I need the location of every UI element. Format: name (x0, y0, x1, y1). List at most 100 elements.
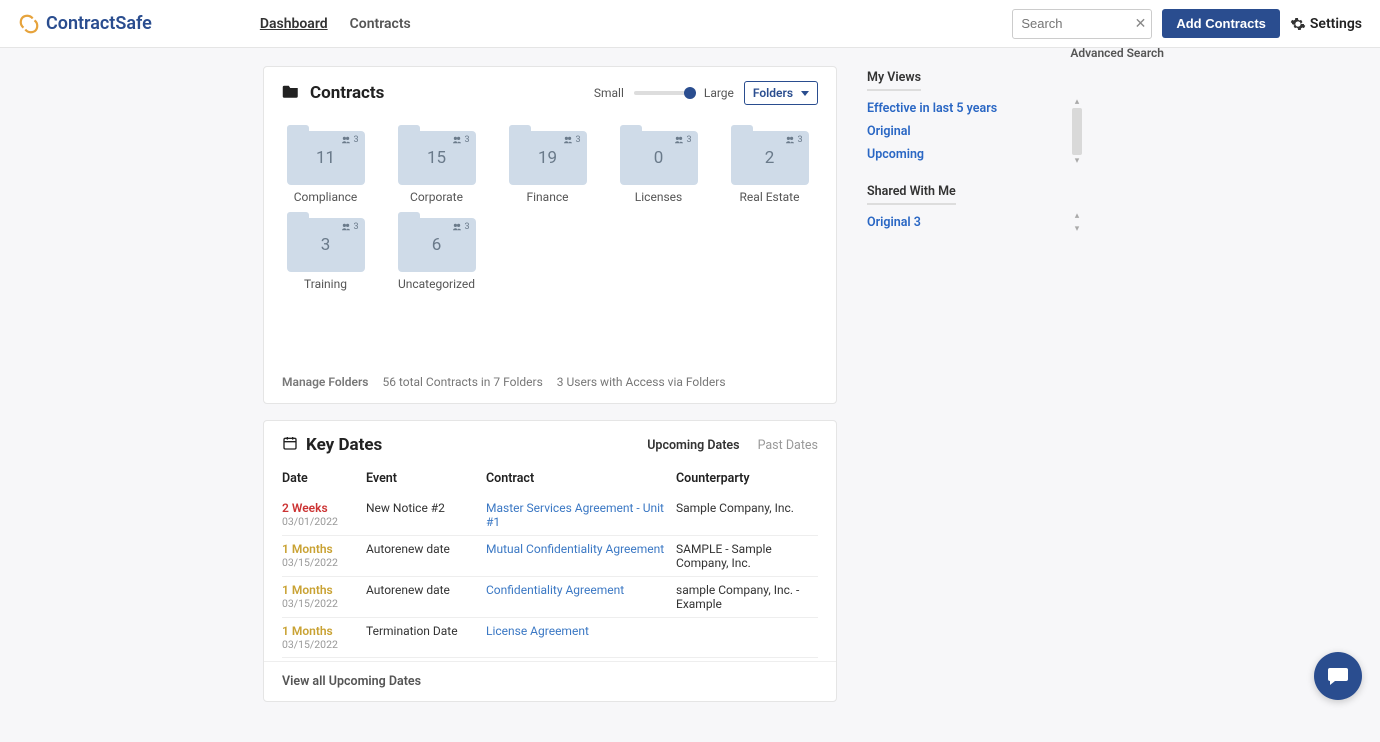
folder-label: Compliance (294, 190, 358, 204)
keydates-tabs: Upcoming Dates Past Dates (647, 438, 818, 453)
top-bar: ContractSafe Dashboard Contracts ✕ Add C… (0, 0, 1380, 48)
chevron-down-icon (801, 91, 809, 96)
folder-users: 3 (341, 222, 358, 232)
cell-event: Autorenew date (366, 536, 486, 577)
nav-dashboard[interactable]: Dashboard (260, 16, 328, 32)
folder-users: 3 (563, 135, 580, 145)
date-period: 1 Months (282, 583, 362, 597)
add-contracts-button[interactable]: Add Contracts (1162, 9, 1280, 38)
cell-counterparty: sample Company, Inc. - Example (676, 577, 818, 618)
clear-icon[interactable]: ✕ (1135, 16, 1147, 32)
tab-past[interactable]: Past Dates (758, 438, 818, 453)
date-period: 1 Months (282, 624, 362, 638)
shared-title: Shared With Me (867, 184, 956, 205)
brand-logo[interactable]: ContractSafe (18, 13, 152, 35)
folder-item[interactable]: 15 3 Corporate (381, 121, 492, 208)
keydates-body[interactable]: Date Event Contract Counterparty 2 Weeks… (264, 461, 836, 661)
folders-btn-label: Folders (753, 86, 793, 100)
folder-count: 19 (538, 148, 557, 168)
cell-counterparty (676, 618, 818, 658)
chat-button[interactable] (1314, 652, 1362, 700)
shared-list: Original 3▴▾ (867, 211, 1077, 234)
brand-name: ContractSafe (46, 13, 152, 34)
date-value: 03/15/2022 (282, 638, 362, 651)
left-column: Contracts Small Large Folders 11 3 (263, 66, 837, 702)
contracts-summary-2: 3 Users with Access via Folders (557, 375, 726, 389)
date-value: 03/01/2022 (282, 515, 362, 528)
size-slider[interactable] (634, 91, 694, 95)
col-counterparty: Counterparty (676, 461, 818, 495)
folder-users: 3 (674, 135, 691, 145)
my-views-list: Effective in last 5 yearsOriginalUpcomin… (867, 97, 1077, 166)
folder-count: 11 (316, 148, 335, 168)
scrollbar[interactable]: ▴▾ (1071, 211, 1083, 234)
folder-item[interactable]: 19 3 Finance (492, 121, 603, 208)
folder-count: 0 (654, 148, 664, 168)
folder-icon: 6 3 (398, 212, 476, 272)
folder-item[interactable]: 3 3 Training (270, 208, 381, 295)
shared-view-item[interactable]: Original 3 (867, 211, 1069, 234)
folder-count: 6 (432, 235, 442, 255)
search-wrap: ✕ (1012, 9, 1152, 39)
gear-icon (1290, 16, 1306, 32)
table-row: 2 Weeks03/01/2022 New Notice #2 Master S… (282, 495, 818, 536)
folder-item[interactable]: 6 3 Uncategorized (381, 208, 492, 295)
cell-event: New Notice #2 (366, 495, 486, 536)
folder-count: 2 (765, 148, 775, 168)
contract-link[interactable]: License Agreement (486, 624, 589, 638)
advanced-search-link[interactable]: Advanced Search (1070, 46, 1164, 60)
cell-event: Autorenew date (366, 577, 486, 618)
col-date: Date (282, 461, 366, 495)
cell-counterparty: SAMPLE - Sample Company, Inc. (676, 536, 818, 577)
folder-icon: 2 3 (731, 125, 809, 185)
folder-label: Licenses (635, 190, 682, 204)
settings-label: Settings (1310, 16, 1362, 32)
my-view-item[interactable]: Upcoming (867, 143, 1069, 166)
scrollbar[interactable]: ▴▾ (1071, 97, 1083, 166)
view-all-link[interactable]: View all Upcoming Dates (264, 661, 836, 701)
folder-item[interactable]: 2 3 Real Estate (714, 121, 825, 208)
folder-icon: 11 3 (287, 125, 365, 185)
folder-icon (282, 83, 300, 103)
folders-grid: 11 3 Compliance 15 3 Corporate 19 3 Fina… (264, 115, 836, 305)
contract-link[interactable]: Mutual Confidentiality Agreement (486, 542, 664, 556)
size-small-label: Small (594, 86, 624, 100)
my-view-item[interactable]: Original (867, 120, 1069, 143)
nav-contracts[interactable]: Contracts (350, 16, 411, 32)
main-content: Contracts Small Large Folders 11 3 (0, 48, 1380, 742)
folder-users: 3 (452, 135, 469, 145)
table-row: 1 Months03/15/2022 Autorenew date Confid… (282, 577, 818, 618)
table-row: 1 Months03/15/2022 Termination Date Lice… (282, 618, 818, 658)
right-sidebar: My Views Effective in last 5 yearsOrigin… (867, 66, 1077, 702)
folder-label: Corporate (410, 190, 463, 204)
contract-link[interactable]: Master Services Agreement - Unit #1 (486, 501, 664, 529)
cell-counterparty: Sample Company, Inc. (676, 495, 818, 536)
folder-users: 3 (452, 222, 469, 232)
folder-item[interactable]: 11 3 Compliance (270, 121, 381, 208)
contract-link[interactable]: Confidentiality Agreement (486, 583, 624, 597)
search-input[interactable] (1012, 9, 1152, 39)
top-right: ✕ Add Contracts Settings (1012, 9, 1362, 39)
chat-icon (1326, 664, 1350, 688)
keydates-title: Key Dates (306, 435, 382, 455)
folders-dropdown[interactable]: Folders (744, 81, 818, 105)
keydates-table: Date Event Contract Counterparty 2 Weeks… (282, 461, 818, 661)
my-view-item[interactable]: Effective in last 5 years (867, 97, 1069, 120)
tab-upcoming[interactable]: Upcoming Dates (647, 438, 739, 453)
folder-icon: 15 3 (398, 125, 476, 185)
contracts-panel-head: Contracts Small Large Folders (264, 67, 836, 115)
folder-label: Real Estate (740, 190, 800, 204)
folder-count: 15 (427, 148, 446, 168)
size-large-label: Large (704, 86, 734, 100)
settings-link[interactable]: Settings (1290, 16, 1362, 32)
folder-label: Finance (527, 190, 569, 204)
folder-item[interactable]: 0 3 Licenses (603, 121, 714, 208)
slider-thumb[interactable] (684, 87, 696, 99)
contracts-footer: Manage Folders 56 total Contracts in 7 F… (264, 365, 836, 403)
keydates-head: Key Dates Upcoming Dates Past Dates (264, 421, 836, 461)
folder-users: 3 (785, 135, 802, 145)
contracts-panel: Contracts Small Large Folders 11 3 (263, 66, 837, 404)
manage-folders-link[interactable]: Manage Folders (282, 375, 368, 389)
shared-section: Shared With Me Original 3▴▾ (867, 184, 1077, 234)
calendar-icon (282, 435, 298, 455)
